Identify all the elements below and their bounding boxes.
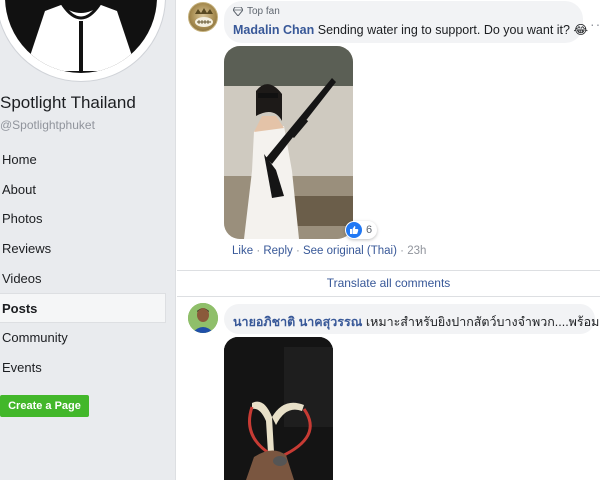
diamond-icon: [233, 7, 243, 16]
page-handle[interactable]: @Spotlightphuket: [0, 118, 95, 132]
create-page-button[interactable]: Create a Page: [0, 395, 89, 417]
like-link[interactable]: Like: [232, 245, 253, 257]
profile-logo: [5, 0, 157, 73]
laughing-emoji-icon: 😂: [573, 23, 589, 37]
sidebar-item-about[interactable]: About: [0, 175, 166, 205]
comment-text: Sending water ing to support. Do you wan…: [317, 23, 570, 37]
sidebar-item-reviews[interactable]: Reviews: [0, 234, 166, 264]
top-fan-label: Top fan: [247, 6, 280, 17]
sidebar-nav: Home About Photos Reviews Videos Posts C…: [0, 145, 166, 383]
comment-actions: Like · Reply · See original (Thai) · 23h: [232, 245, 427, 257]
sidebar-item-posts[interactable]: Posts: [0, 293, 166, 324]
page-sidebar: Spotlight Thailand @Spotlightphuket Home…: [0, 0, 176, 480]
comment-timestamp[interactable]: 23h: [407, 245, 426, 257]
commenter-avatar[interactable]: [188, 2, 218, 32]
comment-bubble: นายอภิชาติ นาคสุวรรณ เหมาะสำหรับยิงปากสั…: [224, 304, 600, 334]
sidebar-item-photos[interactable]: Photos: [0, 204, 166, 234]
sidebar-item-events[interactable]: Events: [0, 353, 166, 383]
sidebar-item-community[interactable]: Community: [0, 323, 166, 353]
more-options-icon[interactable]: ···: [590, 16, 600, 32]
comment-bubble: Top fan Madalin Chan Sending water ing t…: [224, 1, 588, 43]
divider: [177, 296, 600, 297]
top-fan-badge: Top fan: [233, 6, 280, 17]
reaction-count: 6: [366, 224, 373, 236]
page-name[interactable]: Spotlight Thailand: [0, 93, 175, 113]
translate-all-link[interactable]: Translate all comments: [177, 271, 600, 296]
comment-photo[interactable]: [224, 46, 353, 239]
comment-author[interactable]: นายอภิชาติ นาคสุวรรณ: [233, 315, 362, 329]
sidebar-item-videos[interactable]: Videos: [0, 264, 166, 294]
page-profile-picture[interactable]: [0, 0, 166, 82]
comment-photo[interactable]: [224, 337, 333, 480]
comments-section: Top fan Madalin Chan Sending water ing t…: [177, 0, 600, 480]
comment-author[interactable]: Madalin Chan: [233, 23, 314, 37]
like-reaction-icon: [346, 222, 362, 238]
sidebar-item-home[interactable]: Home: [0, 145, 166, 175]
commenter-avatar[interactable]: [188, 303, 218, 333]
reply-link[interactable]: Reply: [263, 245, 292, 257]
comment-text: เหมาะสำหรับยิงปากสัตว์บางจำพวก....พร้อมค…: [365, 315, 600, 329]
see-original-link[interactable]: See original (Thai): [303, 245, 397, 257]
reaction-summary[interactable]: 6: [345, 221, 378, 239]
